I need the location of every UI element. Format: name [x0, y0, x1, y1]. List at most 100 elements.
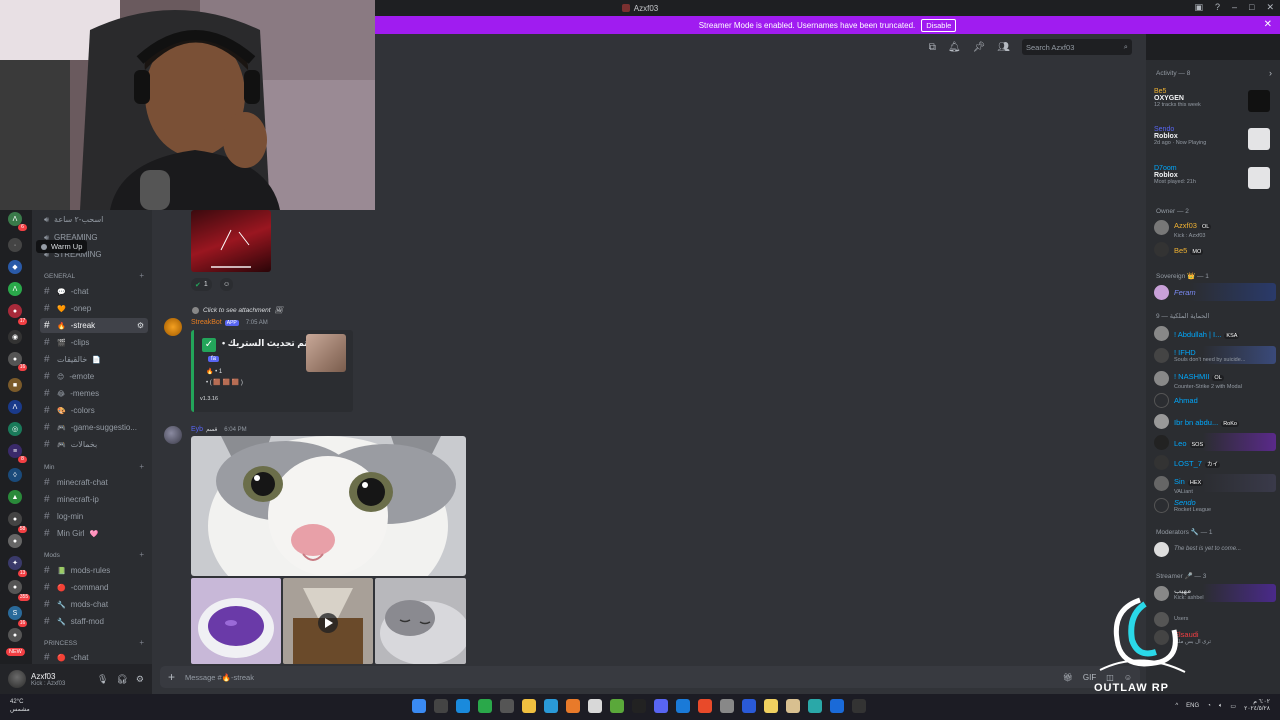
member-row[interactable]: ! Abdullah | I... KSA — [1154, 324, 1276, 342]
minimize-button[interactable]: – — [1232, 2, 1237, 13]
member-row[interactable]: Feram — [1154, 283, 1276, 301]
server-icon-2[interactable]: · — [8, 238, 22, 252]
category-min[interactable]: Min — [44, 464, 54, 471]
steam-icon[interactable] — [852, 699, 866, 713]
server-icon-5[interactable]: ● — [8, 304, 22, 318]
vscode-icon[interactable] — [676, 699, 690, 713]
discord-taskbar-icon[interactable] — [654, 699, 668, 713]
help-icon[interactable]: ? — [1215, 2, 1220, 13]
obs-icon[interactable] — [632, 699, 646, 713]
gear-icon[interactable]: ⚙ — [136, 674, 144, 685]
add-reaction-button[interactable]: ☺ — [220, 278, 234, 291]
message-username[interactable]: Eyb — [191, 426, 203, 433]
add-channel-icon[interactable]: + — [139, 462, 144, 471]
channel-staff-mod[interactable]: # 🔧 staff-mod — [40, 614, 148, 629]
reaction-check[interactable]: ✔ 1 — [191, 278, 212, 291]
embed-thumbnail[interactable] — [306, 334, 346, 372]
member-row[interactable]: LOST_7 カイ — [1154, 453, 1276, 471]
channel-clips[interactable]: # 🎬 -clips — [40, 335, 148, 350]
channel-min-girl[interactable]: # Min Girl 🩷 — [40, 526, 148, 541]
add-channel-icon[interactable]: + — [139, 638, 144, 647]
member-row[interactable]: ! NASHMII OL Counter-Strike 2 with Modal — [1154, 369, 1276, 390]
app-icon[interactable] — [808, 699, 822, 713]
microphone-icon[interactable]: 🎙︎ — [97, 674, 108, 685]
inbox-icon[interactable]: ▣ — [1194, 2, 1203, 13]
member-row[interactable]: Leo SOS — [1154, 433, 1276, 451]
app-icon[interactable] — [764, 699, 778, 713]
channel-colors[interactable]: # 🎨 -colors — [40, 403, 148, 418]
reply-preview[interactable]: Click to see attachment 🖼︎ — [192, 306, 283, 314]
member-row[interactable]: Azxf03 OL Kick : Azxf03 — [1154, 218, 1276, 239]
channel-arabic-2[interactable]: # 🎮 بخمالات — [40, 437, 148, 452]
channel-mods-rules[interactable]: # 📗 mods-rules — [40, 563, 148, 578]
channel-princess-chat[interactable]: # 🔴 -chat — [40, 650, 148, 665]
app-icon[interactable] — [720, 699, 734, 713]
channel-chat[interactable]: # 💬 -chat — [40, 284, 148, 299]
headphones-icon[interactable]: 🎧︎ — [116, 674, 127, 685]
activity-card[interactable]: D7oom Roblox Most played: 21h — [1154, 165, 1274, 199]
member-row[interactable]: ! IFHD Souls don't need by suicide... — [1154, 346, 1276, 364]
wifi-icon[interactable]: ◔ — [1207, 703, 1211, 709]
server-icon-16[interactable]: ✦ — [8, 556, 22, 570]
video-clip-attachment[interactable] — [283, 578, 373, 664]
server-icon-6[interactable]: ◉ — [8, 330, 22, 344]
minecraft-icon[interactable] — [610, 699, 624, 713]
sleeping-cat-attachment[interactable] — [375, 578, 466, 664]
message-composer[interactable]: + Message #🔥-streak 🎁︎ GIF ◫ ☺ — [160, 666, 1140, 688]
current-username[interactable]: Azxf03 — [31, 672, 65, 681]
app-icon[interactable] — [786, 699, 800, 713]
close-window-button[interactable]: ✕ — [1266, 2, 1274, 13]
battery-icon[interactable]: ▭ — [1230, 703, 1236, 710]
activity-card[interactable]: Sendo Roblox 2d ago · Now Playing — [1154, 126, 1274, 160]
task-view-icon[interactable] — [456, 699, 470, 713]
channel-settings-icon[interactable]: ⚙ — [137, 321, 144, 330]
server-icon-12[interactable]: ◊ — [8, 468, 22, 482]
server-icon-8[interactable]: ■ — [8, 378, 22, 392]
brave-icon[interactable] — [698, 699, 712, 713]
bot-username[interactable]: StreakBot — [191, 319, 222, 326]
maximize-button[interactable]: □ — [1249, 2, 1254, 13]
member-row[interactable]: Ibr bn abdu... RoKo — [1154, 412, 1276, 430]
channel-game-suggestions[interactable]: # 🎮 -game-suggestio... — [40, 420, 148, 435]
volume-icon[interactable]: 🔈︎ — [1219, 703, 1223, 710]
channel-streak[interactable]: # 🔥 -streak ⚙ — [40, 318, 148, 333]
server-icon-18[interactable]: S — [8, 606, 22, 620]
channel-command[interactable]: # 🔴 -command — [40, 580, 148, 595]
add-channel-icon[interactable]: + — [139, 550, 144, 559]
channel-memes[interactable]: # 😂 -memes — [40, 386, 148, 401]
user-avatar[interactable] — [164, 426, 182, 444]
channel-mods-chat[interactable]: # 🔧 mods-chat — [40, 597, 148, 612]
member-row[interactable]: Be5 MO — [1154, 240, 1276, 258]
add-attachment-icon[interactable]: + — [168, 670, 175, 684]
member-row[interactable]: Ahmad — [1154, 391, 1276, 409]
server-icon-13[interactable]: ▲ — [8, 490, 22, 504]
server-icon-3[interactable]: ◆ — [8, 260, 22, 274]
windows-start-icon[interactable] — [412, 699, 426, 713]
gift-icon[interactable]: 🎁︎ — [1063, 673, 1073, 682]
app-icon[interactable] — [830, 699, 844, 713]
add-channel-icon[interactable]: + — [139, 271, 144, 280]
category-mods[interactable]: Mods — [44, 552, 60, 559]
search-input[interactable]: Search Azxf03 ⌕ — [1022, 39, 1132, 55]
firefox-icon[interactable] — [566, 699, 580, 713]
chrome-icon[interactable] — [588, 699, 602, 713]
search-taskbar-icon[interactable] — [434, 699, 448, 713]
server-icon-17[interactable]: ● — [8, 580, 22, 594]
edge-icon[interactable] — [544, 699, 558, 713]
message-input[interactable]: Message #🔥-streak — [185, 673, 254, 682]
server-icon-19[interactable]: ● — [8, 628, 22, 642]
clock-time[interactable]: ٦:٠٢ م — [1253, 699, 1270, 706]
channel-arabic-1[interactable]: # خالقيقات 📄 — [40, 352, 148, 367]
video-attachment[interactable] — [191, 210, 271, 272]
member-row[interactable]: Sin HEX VALiant — [1154, 474, 1276, 495]
avatar[interactable] — [8, 670, 26, 688]
channel-onep[interactable]: # 🧡 -onep — [40, 301, 148, 316]
close-icon[interactable]: ✕ — [1264, 19, 1272, 30]
server-icon-14[interactable]: ● — [8, 512, 22, 526]
weather-widget[interactable]: 42°C مشمس — [10, 698, 30, 714]
activity-card[interactable]: Be5 OXYGEN 12 tracks this week — [1154, 88, 1274, 122]
channel-log-min[interactable]: # log-min — [40, 509, 148, 524]
server-icon-9[interactable]: Λ — [8, 400, 22, 414]
members-icon[interactable]: 👥︎ — [997, 42, 1010, 53]
file-explorer-icon[interactable] — [522, 699, 536, 713]
